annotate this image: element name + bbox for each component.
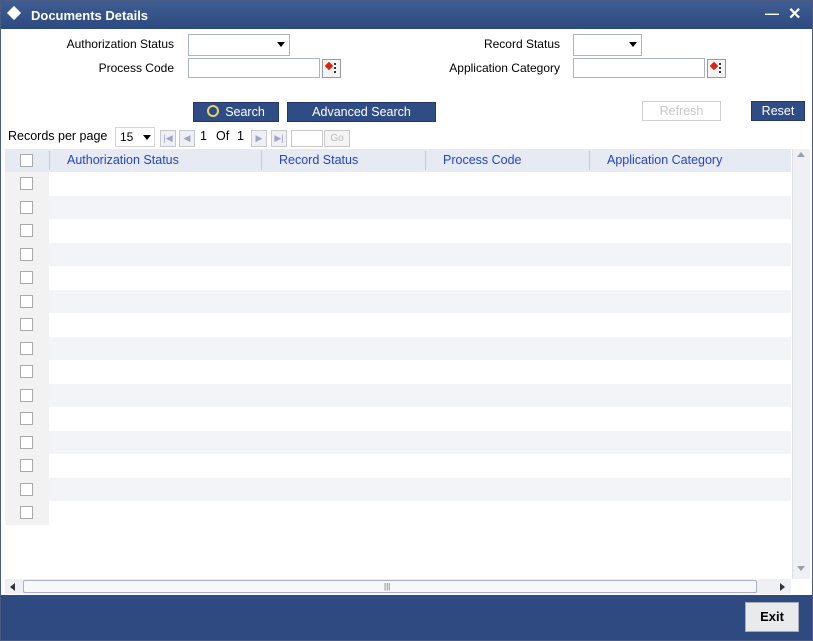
table-row[interactable] [49,407,791,430]
records-per-page-label: Records per page [8,129,108,143]
total-pages: 1 [237,129,244,143]
row-checkbox[interactable] [20,200,33,214]
grip-icon: ||| [384,582,391,591]
search-icon [207,105,220,117]
row-checkbox[interactable] [20,365,33,378]
select-all-checkbox[interactable] [20,154,33,167]
record-status-select[interactable] [573,34,642,56]
row-checkbox[interactable] [20,177,33,190]
title-bar: Documents Details — ✕ [1,1,812,29]
row-checkbox[interactable] [20,247,33,261]
row-checkbox[interactable] [20,506,33,519]
exit-button[interactable]: Exit [745,602,799,632]
table-row[interactable] [49,454,791,477]
documents-details-window: Documents Details — ✕ Authorization Stat… [0,0,813,641]
column-header-record-status[interactable]: Record Status [279,153,358,167]
pagination-bar: Records per page 15 |◀ ◀ 1 Of 1 ▶ ▶| Go [1,125,812,149]
results-grid: Authorization Status Record Status Proce… [5,149,791,579]
authorization-status-label: Authorization Status [66,37,174,51]
column-header-process-code[interactable]: Process Code [443,153,522,167]
column-divider [589,151,590,170]
row-checkbox[interactable] [20,224,33,237]
row-checkbox[interactable] [20,482,33,496]
column-divider [261,151,262,170]
scroll-right-icon[interactable] [780,583,785,591]
reset-button[interactable]: Reset [751,101,805,121]
row-checkbox[interactable] [20,271,33,284]
row-checkbox[interactable] [20,412,33,425]
previous-page-icon[interactable]: ◀ [179,130,195,147]
table-row[interactable] [49,430,791,454]
minimize-icon[interactable]: — [765,5,779,21]
table-row[interactable] [49,313,791,336]
of-label: Of [216,129,230,143]
table-row[interactable] [49,501,791,524]
process-code-lov-icon[interactable] [322,59,341,78]
column-divider [425,151,426,170]
chevron-down-icon [143,135,151,140]
row-checkbox[interactable] [20,459,33,472]
close-icon[interactable]: ✕ [788,4,801,24]
table-row[interactable] [49,360,791,383]
process-code-input[interactable] [188,58,320,78]
scroll-down-icon[interactable] [797,566,805,571]
row-checkbox[interactable] [20,435,33,449]
chevron-down-icon [277,42,285,47]
table-row[interactable] [49,266,791,289]
chevron-down-icon [629,42,637,47]
horizontal-scroll-thumb[interactable]: ||| [23,580,757,593]
records-per-page-value: 15 [120,130,134,144]
footer-bar: Exit [1,595,812,640]
go-button[interactable]: Go [324,130,350,147]
table-row[interactable] [49,289,791,313]
table-row[interactable] [49,336,791,360]
last-page-icon[interactable]: ▶| [271,130,287,147]
records-per-page-select[interactable]: 15 [115,127,155,147]
refresh-button[interactable]: Refresh [642,101,721,121]
goto-page-input[interactable] [291,130,323,147]
search-button-label: Search [225,105,265,119]
table-row[interactable] [49,242,791,266]
row-checkbox[interactable] [20,294,33,308]
table-row[interactable] [49,219,791,242]
grid-header: Authorization Status Record Status Proce… [5,149,791,172]
table-row[interactable] [49,383,791,407]
record-status-label: Record Status [483,37,560,51]
row-checkbox[interactable] [20,341,33,355]
column-header-authorization-status[interactable]: Authorization Status [67,153,179,167]
row-checkbox[interactable] [20,388,33,402]
column-header-application-category[interactable]: Application Category [607,153,722,167]
row-checkbox[interactable] [20,318,33,331]
process-code-label: Process Code [98,61,174,75]
application-category-lov-icon[interactable] [707,59,726,78]
current-page: 1 [200,129,207,143]
column-divider [49,151,50,170]
window-title: Documents Details [31,8,149,23]
application-category-input[interactable] [573,58,705,78]
next-page-icon[interactable]: ▶ [251,130,267,147]
scroll-left-icon[interactable] [10,583,15,591]
application-category-label: Application Category [449,61,560,75]
table-row[interactable] [49,172,791,195]
vertical-scrollbar[interactable] [792,149,810,579]
authorization-status-select[interactable] [188,34,290,56]
table-row[interactable] [49,195,791,219]
search-button[interactable]: Search [193,102,279,122]
window-icon [6,5,22,21]
horizontal-scrollbar[interactable]: ||| [5,579,791,594]
first-page-icon[interactable]: |◀ [160,130,176,147]
scroll-up-icon[interactable] [797,152,805,157]
table-row[interactable] [49,477,791,501]
advanced-search-button[interactable]: Advanced Search [287,102,436,122]
